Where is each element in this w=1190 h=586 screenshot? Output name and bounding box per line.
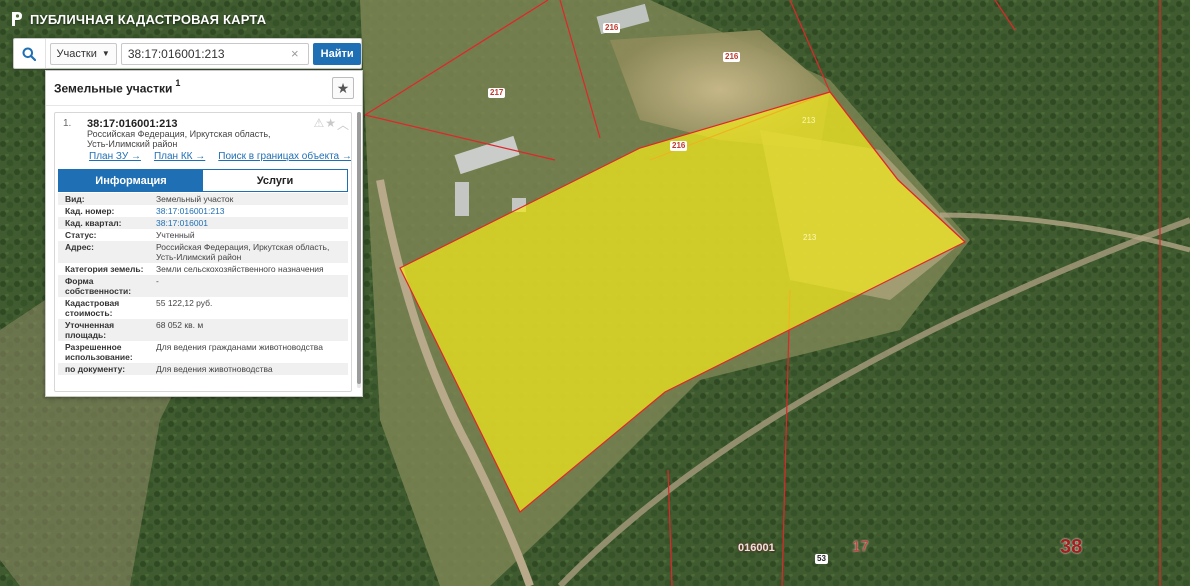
info-row: Кад. квартал: 38:17:016001: [58, 217, 348, 229]
plan-kk-link[interactable]: План КК →: [154, 151, 205, 162]
region-label: 38: [1060, 536, 1083, 558]
parcel-label-216: 216: [670, 141, 688, 151]
info-key: Кад. квартал:: [65, 218, 122, 228]
parcel-label-216: 216: [603, 23, 621, 33]
search-in-bounds-link[interactable]: Поиск в границах объекта →: [218, 151, 351, 162]
info-row: Форма собственности: -: [58, 275, 348, 297]
info-key: Кад. номер:: [65, 206, 115, 216]
result-index: 1.: [63, 118, 72, 129]
results-count: 1: [175, 78, 181, 89]
info-value-link[interactable]: 38:17:016001: [156, 218, 348, 228]
info-row: Кад. номер: 38:17:016001:213: [58, 205, 348, 217]
results-panel: Земельные участки 1 ★ 1. 38:17:016001:213…: [45, 70, 363, 397]
quarter-label: 016001: [738, 542, 775, 554]
caret-down-icon: ▼: [101, 49, 110, 58]
star-icon: ★: [336, 79, 350, 96]
card-actions: ⚠ ★ ︿: [313, 116, 349, 133]
info-value: Для ведения гражданами животноводства: [156, 342, 323, 352]
parcel-label-217: 217: [488, 88, 506, 98]
clear-icon[interactable]: ×: [291, 46, 299, 61]
info-value: Российская Федерация, Иркутская область,…: [156, 242, 330, 262]
info-value: Земельный участок: [156, 194, 234, 204]
info-row: Кадастровая стоимость: 55 122,12 руб.: [58, 297, 348, 319]
info-table: Вид: Земельный участок Кад. номер: 38:17:01…: [58, 193, 348, 375]
scroll-thumb[interactable]: [357, 112, 361, 384]
results-title-wrap: Земельные участки 1: [54, 78, 180, 97]
info-value: Земли сельскохозяйственного назначения: [156, 264, 324, 274]
building: [455, 182, 469, 216]
info-value: Учтенный: [156, 230, 195, 240]
info-row: Адрес: Российская Федерация, Иркутская об…: [58, 241, 348, 263]
info-key: Статус:: [65, 230, 97, 240]
parcel-label-216: 216: [723, 52, 741, 62]
tab-services[interactable]: Услуги: [203, 170, 347, 191]
search-toggle[interactable]: [14, 39, 46, 68]
result-address: Российская Федерация, Иркутская область,…: [87, 129, 271, 149]
parcel-label-213: 213: [803, 233, 817, 242]
star-icon[interactable]: ★: [325, 116, 336, 133]
tab-information[interactable]: Информация: [59, 170, 203, 191]
info-row: Разрешенное использование: Для ведения гр…: [58, 341, 348, 363]
results-header: Земельные участки 1 ★: [46, 71, 362, 106]
results-title: Земельные участки: [54, 81, 173, 96]
info-value: Для ведения животноводства: [156, 364, 273, 374]
info-key: Адрес:: [65, 242, 94, 252]
info-value: -: [156, 276, 159, 286]
info-key: Категория земель:: [65, 264, 144, 274]
scrollbar[interactable]: [357, 112, 361, 388]
search-input[interactable]: [120, 42, 310, 65]
search-type-select[interactable]: Участки ▼: [49, 42, 117, 65]
card-header: 1. 38:17:016001:213 Российская Федерация…: [55, 113, 351, 163]
warning-icon[interactable]: ⚠: [313, 116, 324, 133]
search-type-label: Участки: [56, 47, 97, 60]
quarter-sub-label: 53: [815, 554, 828, 564]
app-title: ПУБЛИЧНАЯ КАДАСТРОВАЯ КАРТА: [30, 11, 267, 27]
info-value: 55 122,12 руб.: [156, 298, 213, 308]
district-label: 17: [852, 538, 869, 555]
info-row: Вид: Земельный участок: [58, 193, 348, 205]
search-panel: Участки ▼ × Найти: [13, 38, 362, 69]
info-value-link[interactable]: 38:17:016001:213: [156, 206, 348, 216]
plan-zu-link[interactable]: План ЗУ →: [89, 151, 141, 162]
search-icon: [22, 47, 37, 61]
info-row: Статус: Учтенный: [58, 229, 348, 241]
search-button[interactable]: Найти: [313, 42, 361, 65]
card-links: План ЗУ → План КК → Поиск в границах объ…: [89, 151, 351, 162]
favorite-button[interactable]: ★: [332, 77, 354, 99]
collapse-icon[interactable]: ︿: [337, 116, 349, 133]
logo-icon: [12, 12, 22, 26]
info-row: Уточненная площадь: 68 052 кв. м: [58, 319, 348, 341]
app-header: ПУБЛИЧНАЯ КАДАСТРОВАЯ КАРТА: [10, 9, 266, 29]
info-row: по документу: Для ведения животноводства: [58, 363, 348, 375]
parcel-label-213: 213: [802, 116, 816, 125]
card-tabs: Информация Услуги: [58, 169, 348, 192]
info-key: Форма собственности:: [65, 276, 132, 296]
info-value: 68 052 кв. м: [156, 320, 204, 330]
info-row: Категория земель: Земли сельскохозяйствен…: [58, 263, 348, 275]
info-key: по документу:: [65, 364, 126, 374]
info-key: Кадастровая стоимость:: [65, 298, 120, 318]
result-card[interactable]: 1. 38:17:016001:213 Российская Федерация…: [54, 112, 352, 392]
info-key: Разрешенное использование:: [65, 342, 133, 362]
info-key: Вид:: [65, 194, 85, 204]
info-key: Уточненная площадь:: [65, 320, 115, 340]
